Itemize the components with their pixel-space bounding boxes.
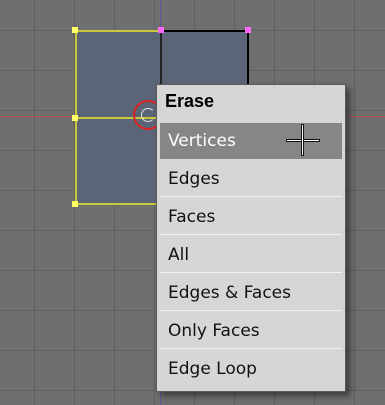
- selected-vertex[interactable]: [72, 201, 78, 207]
- selected-vertex[interactable]: [72, 115, 78, 121]
- mesh-edge[interactable]: [160, 30, 248, 32]
- menu-item-faces[interactable]: Faces: [160, 199, 342, 235]
- menu-title: Erase: [165, 91, 215, 111]
- selected-vertex[interactable]: [72, 27, 78, 33]
- mesh-face[interactable]: [75, 118, 160, 204]
- menu-item-edges-and-faces[interactable]: Edges & Faces: [160, 275, 342, 311]
- menu-item-edge-loop[interactable]: Edge Loop: [160, 351, 342, 387]
- mesh-edge[interactable]: [75, 30, 160, 32]
- menu-item-edges[interactable]: Edges: [160, 161, 342, 197]
- menu-item-all[interactable]: All: [160, 237, 342, 273]
- crosshair-cursor-icon: [286, 124, 320, 156]
- unselected-vertex[interactable]: [158, 27, 164, 33]
- unselected-vertex[interactable]: [245, 27, 251, 33]
- menu-item-only-faces[interactable]: Only Faces: [160, 313, 342, 349]
- mesh-edge[interactable]: [75, 203, 160, 205]
